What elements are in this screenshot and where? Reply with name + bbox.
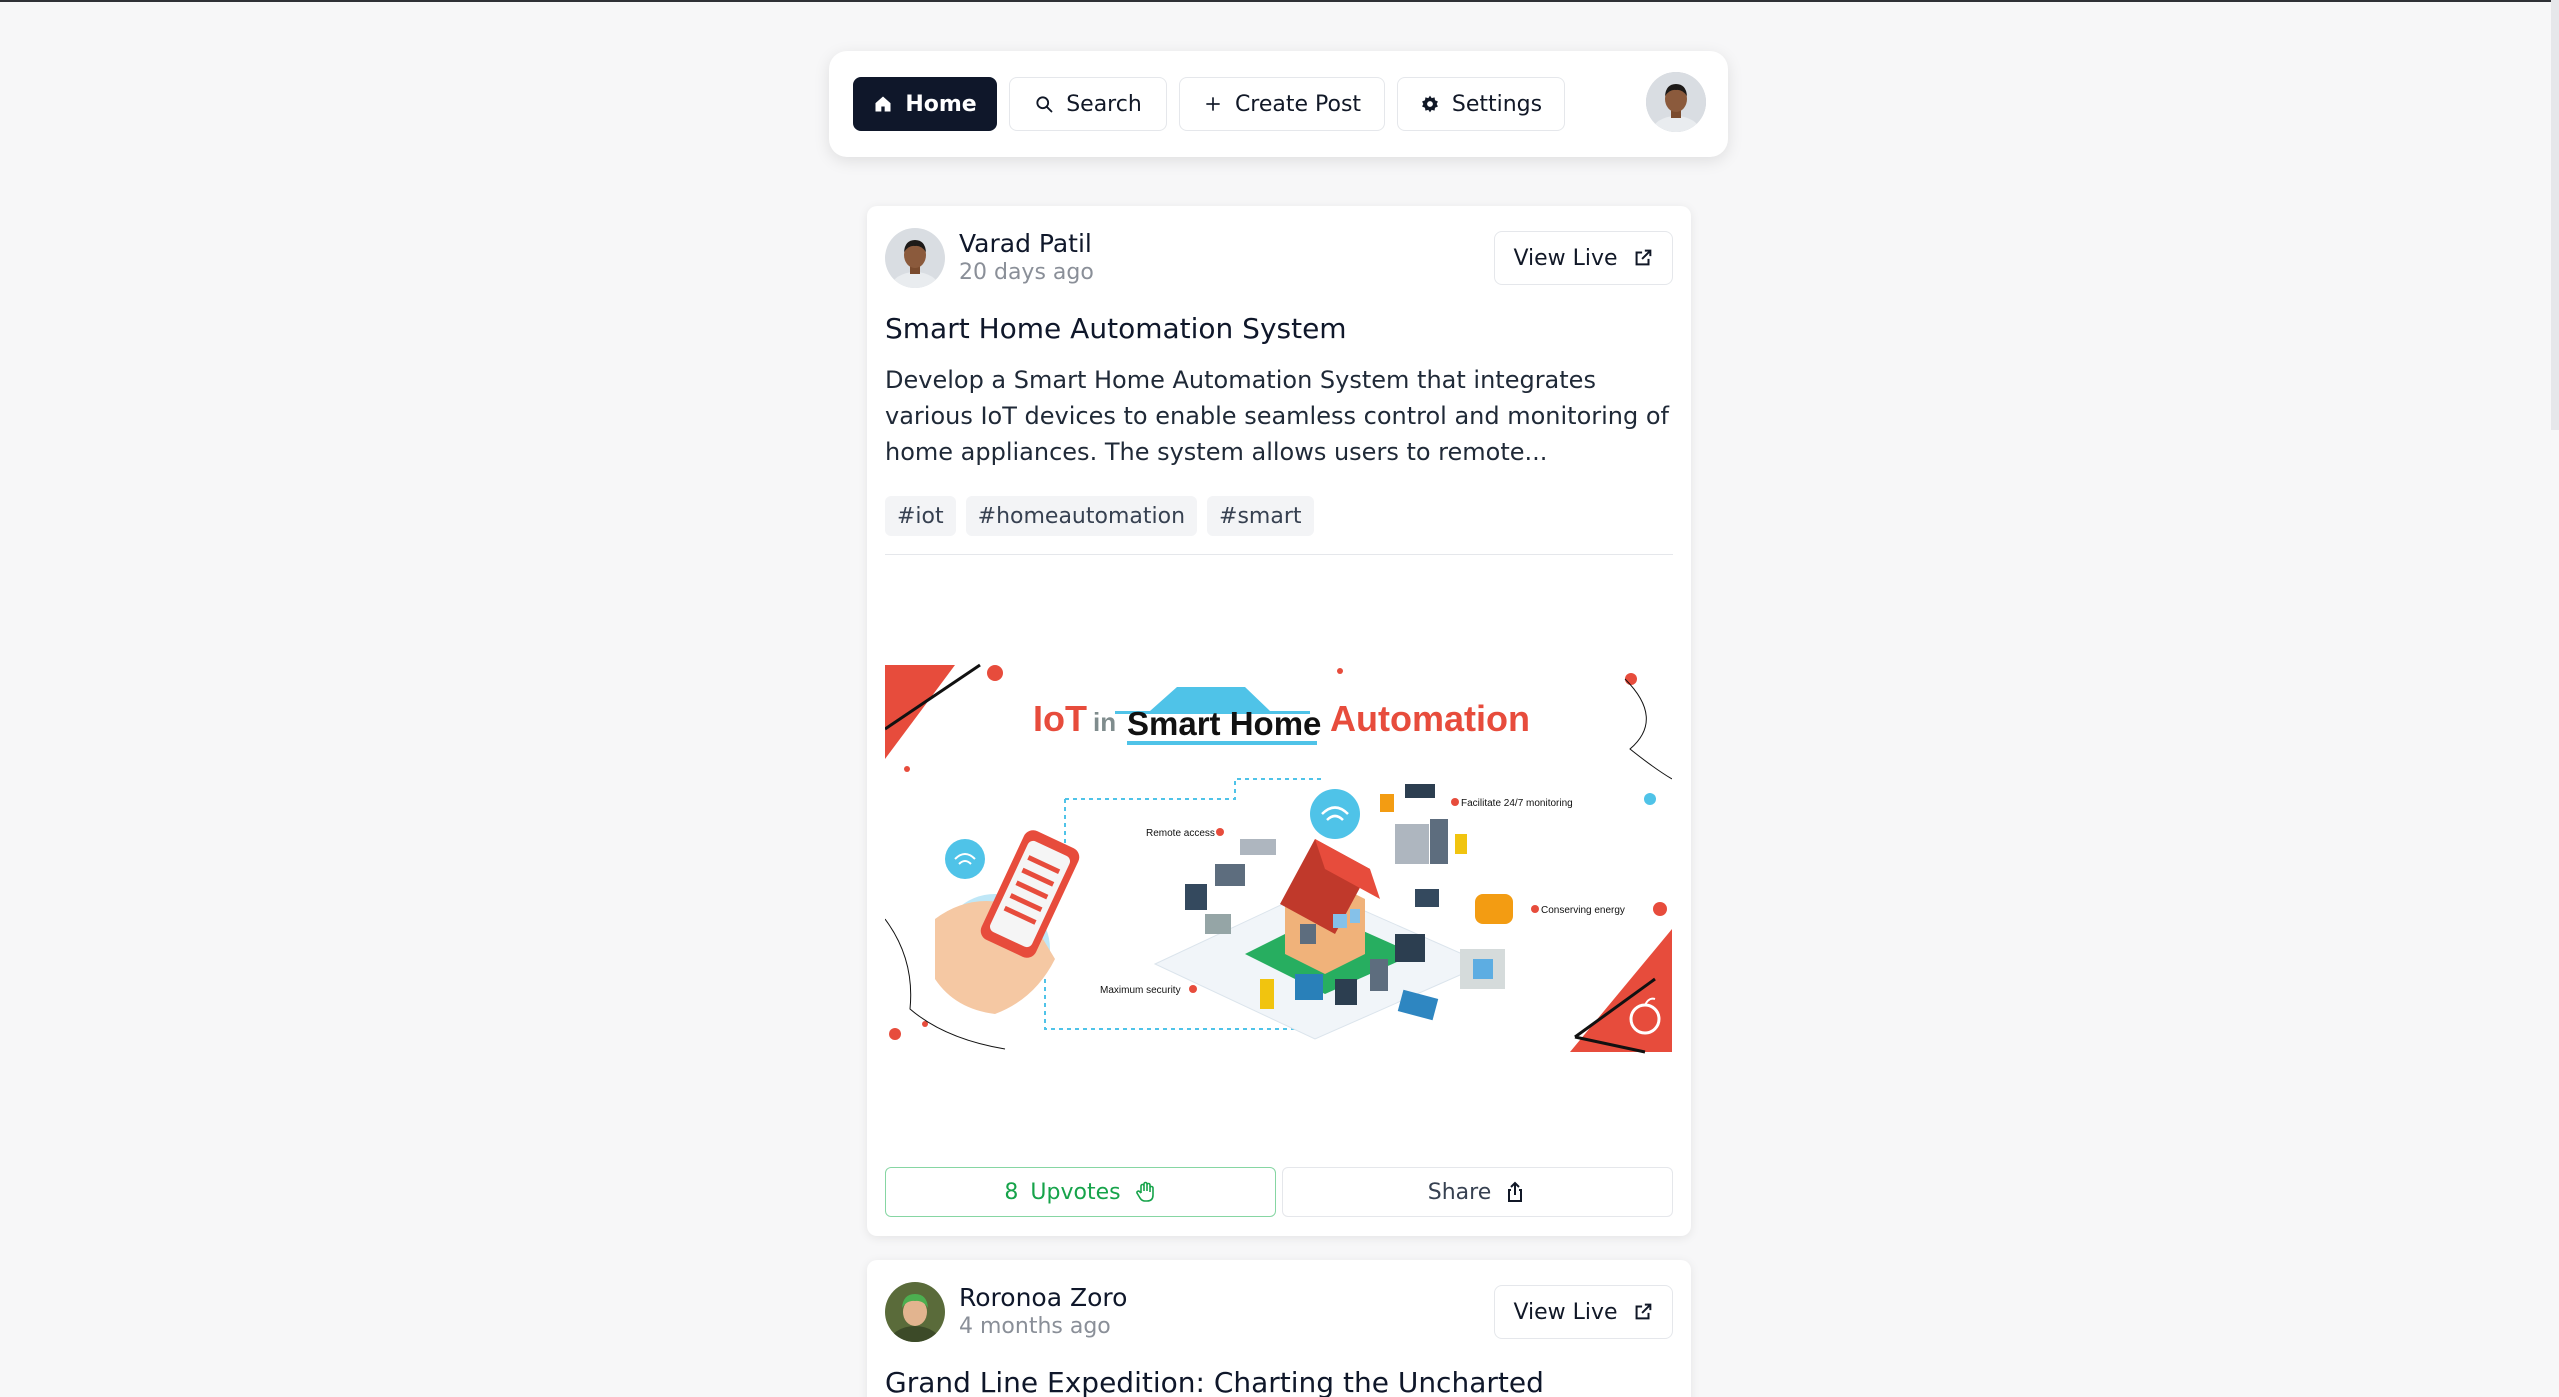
post-card: Varad Patil 20 days ago View Live Smart … bbox=[867, 206, 1691, 1236]
label-maximum-security: Maximum security bbox=[1100, 985, 1181, 996]
nav-home-button[interactable]: Home bbox=[853, 77, 997, 131]
image-title-automation: Automation bbox=[1330, 698, 1530, 739]
user-avatar[interactable] bbox=[1646, 72, 1706, 132]
avatar-image bbox=[885, 228, 945, 288]
nav-home-label: Home bbox=[905, 91, 977, 117]
image-title-smart-home: Smart Home bbox=[1127, 705, 1321, 742]
tag[interactable]: #smart bbox=[1207, 496, 1314, 536]
author-avatar[interactable] bbox=[885, 228, 945, 288]
external-link-icon bbox=[1635, 1303, 1651, 1320]
post-image[interactable]: IoT in Smart Home Automation Facilitate … bbox=[884, 659, 1673, 1059]
post-time: 20 days ago bbox=[959, 260, 1094, 285]
post-card: Roronoa Zoro 4 months ago View Live Gran… bbox=[867, 1260, 1691, 1397]
nav-settings-label: Settings bbox=[1451, 91, 1543, 117]
upvote-button[interactable]: 8 Upvotes bbox=[885, 1167, 1276, 1217]
image-title-in: in bbox=[1093, 707, 1116, 737]
view-live-label: View Live bbox=[1513, 1299, 1618, 1325]
label-monitoring: Facilitate 24/7 monitoring bbox=[1461, 798, 1573, 809]
post-author: Roronoa Zoro 4 months ago bbox=[885, 1282, 1127, 1342]
post-title[interactable]: Grand Line Expedition: Charting the Unch… bbox=[885, 1366, 1544, 1397]
post-tags: #iot #homeautomation #smart bbox=[885, 496, 1314, 536]
post-description: Develop a Smart Home Automation System t… bbox=[885, 366, 1669, 466]
top-navigation: Home Search Create Post Settings bbox=[829, 51, 1728, 157]
upvote-label: Upvotes bbox=[1030, 1179, 1121, 1205]
nav-settings-button[interactable]: Settings bbox=[1397, 77, 1565, 131]
tag[interactable]: #iot bbox=[885, 496, 956, 536]
nav-create-post-button[interactable]: Create Post bbox=[1179, 77, 1385, 131]
wifi-icon bbox=[1310, 789, 1360, 839]
divider bbox=[885, 554, 1673, 555]
search-icon bbox=[1036, 96, 1053, 113]
hand-icon bbox=[1135, 1181, 1154, 1202]
image-title-iot: IoT bbox=[1033, 698, 1087, 739]
home-icon bbox=[875, 96, 891, 112]
scrollbar[interactable] bbox=[2551, 0, 2559, 430]
view-live-button[interactable]: View Live bbox=[1494, 231, 1673, 285]
label-conserving-energy: Conserving energy bbox=[1541, 905, 1625, 916]
tag[interactable]: #homeautomation bbox=[965, 496, 1198, 536]
avatar-image bbox=[1646, 72, 1706, 132]
author-name[interactable]: Roronoa Zoro bbox=[959, 1283, 1127, 1313]
upvote-count: 8 bbox=[1004, 1179, 1019, 1205]
gear-icon bbox=[1421, 95, 1438, 113]
share-button[interactable]: Share bbox=[1282, 1167, 1673, 1217]
avatar-image bbox=[885, 1282, 945, 1342]
author-name[interactable]: Varad Patil bbox=[959, 229, 1094, 259]
post-title[interactable]: Smart Home Automation System bbox=[885, 312, 1347, 345]
view-live-label: View Live bbox=[1513, 245, 1618, 271]
post-author: Varad Patil 20 days ago bbox=[885, 228, 1094, 288]
post-actions: 8 Upvotes Share bbox=[885, 1167, 1673, 1217]
view-live-button[interactable]: View Live bbox=[1494, 1285, 1673, 1339]
nav-search-button[interactable]: Search bbox=[1009, 77, 1167, 131]
nav-search-label: Search bbox=[1066, 91, 1142, 117]
plus-icon bbox=[1206, 97, 1220, 111]
share-label: Share bbox=[1427, 1179, 1492, 1205]
label-remote-access: Remote access bbox=[1146, 828, 1215, 839]
nav-create-post-label: Create Post bbox=[1234, 91, 1362, 117]
wifi-icon bbox=[945, 839, 985, 879]
iot-illustration: IoT in Smart Home Automation Facilitate … bbox=[884, 659, 1673, 1059]
external-link-icon bbox=[1635, 249, 1651, 266]
author-avatar[interactable] bbox=[885, 1282, 945, 1342]
window-top-border bbox=[0, 0, 2559, 2]
share-icon bbox=[1508, 1181, 1523, 1202]
post-time: 4 months ago bbox=[959, 1314, 1111, 1339]
